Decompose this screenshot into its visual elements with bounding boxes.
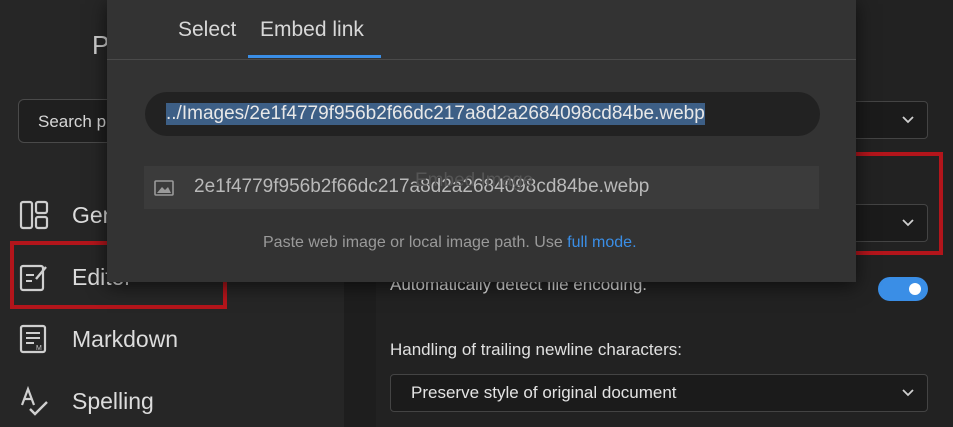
trailing-newline-label: Handling of trailing newline characters: (390, 340, 682, 359)
edit-icon (19, 264, 47, 292)
image-icon (154, 180, 174, 196)
layout-grid-icon (19, 200, 49, 230)
markdown-doc-icon: M (19, 324, 47, 354)
spellcheck-icon (20, 385, 48, 416)
chevron-down-icon (902, 389, 914, 397)
sidebar-item-general[interactable]: Gen (18, 195, 115, 235)
svg-text:M: M (36, 345, 42, 352)
image-url-input[interactable]: ../Images/2e1f4779f956b2f66dc217a8d2a268… (145, 92, 820, 136)
ghost-popup-title: Embed Image (415, 170, 534, 191)
toggle-knob (909, 283, 921, 295)
chevron-down-icon (902, 219, 914, 227)
search-placeholder: Search p (38, 112, 107, 131)
embed-image-popup: Select Embed link ../Images/2e1f4779f956… (107, 0, 856, 282)
sidebar-item-markdown[interactable]: M Markdown (18, 319, 178, 359)
sidebar-item-editor[interactable]: Editor (18, 257, 132, 297)
image-url-value: ../Images/2e1f4779f956b2f66dc217a8d2a268… (166, 103, 705, 125)
encoding-detect-toggle[interactable] (878, 277, 928, 301)
embed-hint: Paste web image or local image path. Use… (263, 234, 637, 252)
dropdown-value: Preserve style of original document (411, 383, 677, 402)
sidebar-item-spelling[interactable]: Spelling (18, 381, 154, 421)
hint-text: Paste web image or local image path. Use (263, 234, 568, 251)
sidebar-item-label: Markdown (72, 325, 179, 352)
chevron-down-icon (902, 116, 914, 124)
full-mode-link[interactable]: full mode. (567, 234, 636, 251)
tab-embed-link[interactable]: Embed link (260, 18, 364, 42)
popup-tabs: Select Embed link (107, 0, 856, 60)
active-tab-indicator (248, 55, 381, 58)
tab-select[interactable]: Select (178, 18, 236, 42)
trailing-newline-dropdown[interactable]: Preserve style of original document (390, 374, 928, 412)
sidebar-item-label: Spelling (72, 387, 154, 414)
